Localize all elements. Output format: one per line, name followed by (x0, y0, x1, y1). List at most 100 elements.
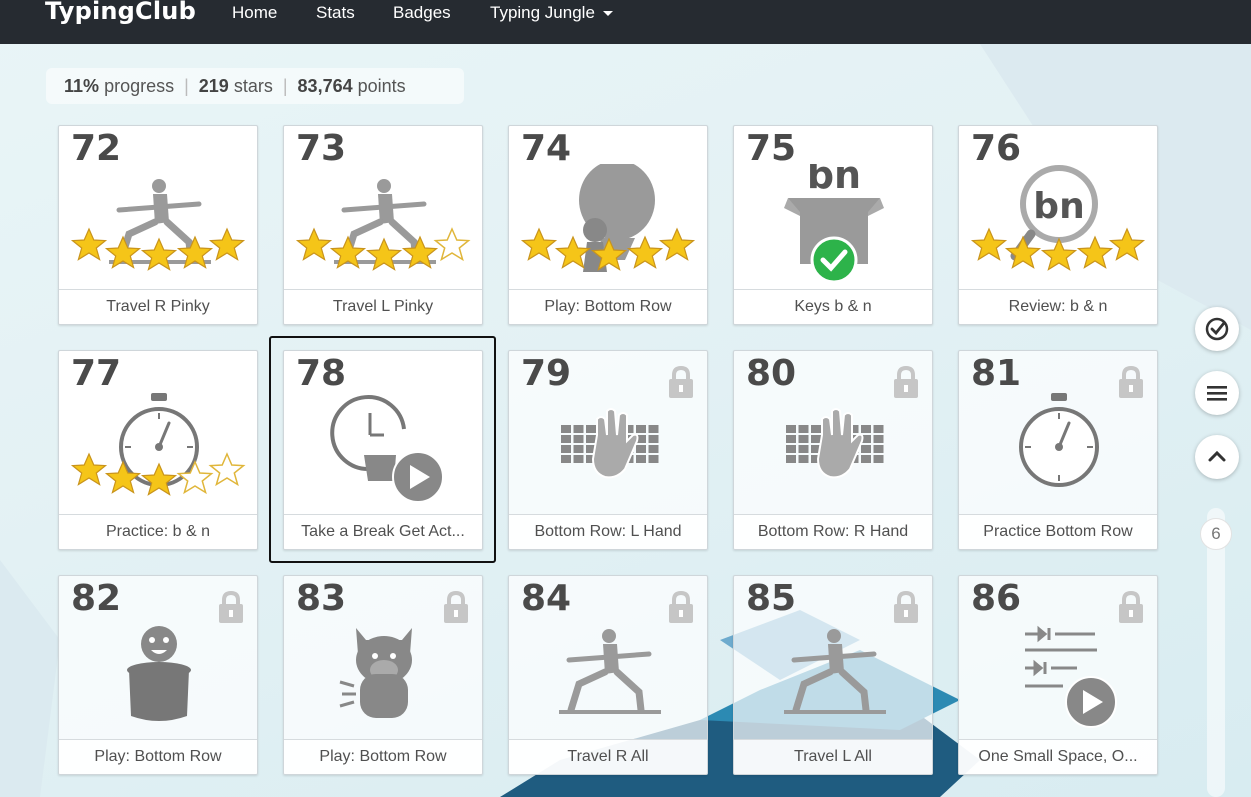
star-icon (1108, 227, 1146, 261)
lock-icon (219, 590, 243, 623)
lesson-tile-77[interactable]: 77 Practice: b & n (58, 350, 258, 550)
lesson-tile-72[interactable]: 72 Travel R Pinky (58, 125, 258, 325)
lesson-tile-80[interactable]: 80 Bottom Row: R Hand (733, 350, 933, 550)
magnifier-icon: bn (970, 165, 1146, 271)
lesson-tile-75[interactable]: 75 bn Keys b & n (733, 125, 933, 325)
lesson-label: Bottom Row: L Hand (509, 514, 707, 549)
menu-button[interactable] (1195, 371, 1239, 415)
lesson-number: 84 (521, 578, 572, 619)
scroll-up-button[interactable] (1195, 435, 1239, 479)
page-indicator[interactable]: 6 (1200, 518, 1232, 550)
lesson-tile-74[interactable]: 74 Play: Bottom Row (508, 125, 708, 325)
yoga-pose-icon (295, 179, 471, 271)
nav-home[interactable]: Home (232, 3, 277, 23)
balloon-game-icon (520, 164, 696, 272)
star-icon (658, 227, 696, 261)
lesson-tile-83[interactable]: 83 Play: Bottom Row (283, 575, 483, 775)
check-circle-icon (1205, 317, 1229, 341)
stars-count: 219 (198, 75, 229, 96)
separator: | (184, 75, 189, 96)
lesson-number: 74 (521, 128, 572, 169)
lesson-label: Travel R Pinky (59, 289, 257, 324)
lesson-tile-81[interactable]: 81 Practice Bottom Row (958, 350, 1158, 550)
lock-icon (1119, 590, 1143, 623)
lesson-tile-82[interactable]: 82 Play: Bottom Row (58, 575, 258, 775)
star-icon (140, 237, 178, 271)
nav-stats[interactable]: Stats (316, 3, 355, 23)
jar-creature-icon (127, 626, 191, 721)
lesson-label: Review: b & n (959, 289, 1157, 324)
lesson-tile-84[interactable]: 84 Travel R All (508, 575, 708, 775)
lesson-number: 82 (71, 578, 122, 619)
lesson-tile-85[interactable]: 85 Travel L All (733, 575, 933, 775)
lesson-tile-79[interactable]: 79 Bottom Row: L Hand (508, 350, 708, 550)
lock-icon (1119, 365, 1143, 398)
star-icon (70, 452, 108, 486)
nav-typing-jungle[interactable]: Typing Jungle (490, 3, 613, 23)
play-icon (1065, 676, 1117, 728)
lesson-number: 72 (71, 128, 122, 169)
selected-lesson-frame (269, 336, 496, 563)
menu-icon (1207, 386, 1227, 401)
stopwatch-icon (70, 393, 246, 496)
lesson-label: Practice Bottom Row (959, 514, 1157, 549)
lesson-number: 81 (971, 353, 1022, 394)
lesson-label: Play: Bottom Row (509, 289, 707, 324)
star-icon (970, 227, 1008, 261)
lesson-label: Travel L All (734, 739, 932, 774)
star-icon (208, 452, 246, 487)
check-circle-button[interactable] (1195, 307, 1239, 351)
svg-text:bn: bn (1033, 186, 1084, 227)
star-icon (433, 227, 471, 262)
chevron-up-icon (1208, 450, 1226, 462)
page-scroll-track[interactable] (1207, 508, 1225, 797)
points-count: 83,764 (297, 75, 353, 96)
separator: | (282, 75, 288, 96)
nav-typing-jungle-label: Typing Jungle (490, 3, 595, 22)
lesson-number: 80 (746, 353, 797, 394)
star-icon (1040, 237, 1078, 271)
lesson-label: Bottom Row: R Hand (734, 514, 932, 549)
monster-icon (339, 628, 412, 718)
points-label: points (357, 75, 406, 96)
yoga-pose-icon (70, 179, 246, 271)
lesson-tile-86[interactable]: 86 One Small Space, O... (958, 575, 1158, 775)
lesson-label: Practice: b & n (59, 514, 257, 549)
star-icon (70, 227, 108, 261)
keyboard-hand-icon (561, 408, 659, 479)
keyboard-hand-icon (786, 408, 884, 479)
top-navbar: TypingClub Home Stats Badges Typing Jung… (0, 0, 1251, 44)
lesson-number: 76 (971, 128, 1022, 169)
nav-badges[interactable]: Badges (393, 3, 451, 23)
lesson-number: 79 (521, 353, 572, 394)
caret-down-icon (602, 11, 613, 17)
lesson-label: Keys b & n (734, 289, 932, 324)
star-icon (365, 237, 403, 271)
star-icon (295, 227, 333, 261)
progress-label: progress (104, 75, 175, 96)
svg-text:bn: bn (807, 164, 861, 197)
star-icon (208, 227, 246, 261)
progress-summary: 11% progress | 219 stars | 83,764 points (46, 68, 464, 104)
yoga-pose-icon (784, 629, 886, 714)
lesson-number: 85 (746, 578, 797, 619)
yoga-pose-icon (559, 629, 661, 714)
brand-logo[interactable]: TypingClub (45, 0, 196, 25)
check-icon (810, 236, 858, 284)
lock-icon (894, 365, 918, 398)
keys-box-icon: bn (784, 164, 884, 284)
lesson-number: 77 (71, 353, 122, 394)
lesson-number: 75 (746, 128, 797, 169)
spacing-video-icon (1025, 625, 1117, 728)
star-icon (1076, 235, 1114, 269)
lesson-tile-76[interactable]: 76 bn Review: b & n (958, 125, 1158, 325)
lesson-number: 73 (296, 128, 347, 169)
stopwatch-icon (1019, 393, 1099, 487)
lesson-label: One Small Space, O... (959, 739, 1157, 774)
lesson-label: Play: Bottom Row (59, 739, 257, 774)
lesson-tile-73[interactable]: 73 Travel L Pinky (283, 125, 483, 325)
lesson-number: 86 (971, 578, 1022, 619)
lesson-number: 83 (296, 578, 347, 619)
star-icon (520, 227, 558, 261)
lesson-label: Travel L Pinky (284, 289, 482, 324)
